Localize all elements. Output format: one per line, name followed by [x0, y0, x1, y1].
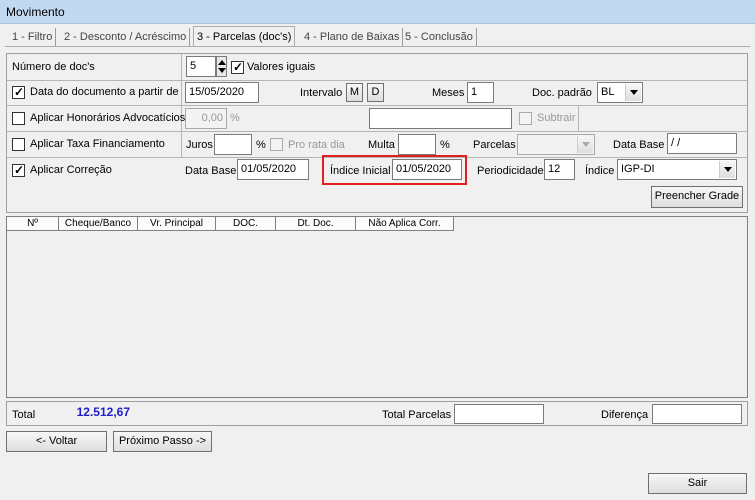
num-docs-label: Número de doc's: [12, 61, 95, 73]
data-base-taxa-label: Data Base: [613, 139, 665, 151]
indice-select[interactable]: IGP-DI: [617, 159, 737, 180]
num-docs-spinner[interactable]: [216, 56, 227, 77]
diferenca-label: Diferença: [601, 409, 649, 421]
taxa-financiamento-checkbox[interactable]: [12, 138, 25, 151]
total-parcelas-input[interactable]: [454, 404, 544, 424]
window-title: Movimento: [6, 5, 65, 19]
subtrair-label: Subtrair: [537, 112, 576, 124]
taxa-financiamento-label: Aplicar Taxa Financiamento: [30, 138, 165, 150]
juros-label: Juros: [186, 139, 213, 151]
total-value: 12.512,67: [76, 405, 130, 419]
meses-label: Meses: [432, 87, 465, 99]
diferenca-input[interactable]: [652, 404, 742, 424]
title-bar: Movimento: [0, 0, 755, 24]
valores-iguais-checkbox[interactable]: [231, 60, 244, 74]
intervalo-label: Intervalo: [300, 87, 343, 99]
dropdown-arrow-icon[interactable]: [625, 84, 641, 101]
grid-header-nao-aplica-corr[interactable]: Não Aplica Corr.: [356, 217, 454, 231]
grid-header-dt-doc[interactable]: Dt. Doc.: [276, 217, 356, 231]
multa-percent-label: %: [440, 139, 450, 151]
juros-percent-label: %: [256, 139, 266, 151]
meses-input[interactable]: 1: [467, 82, 494, 103]
preencher-grade-button[interactable]: Preencher Grade: [651, 186, 743, 208]
indice-inicial-label: Índice Inicial: [330, 165, 391, 177]
intervalo-dia-button[interactable]: D: [367, 83, 384, 102]
subtrair-checkbox[interactable]: [519, 112, 532, 125]
dropdown-arrow-icon[interactable]: [719, 161, 735, 178]
dropdown-arrow-icon[interactable]: [577, 136, 593, 153]
tab-divider: [5, 46, 750, 47]
tab-desconto-acrescimo[interactable]: 2 - Desconto / Acréscimo: [61, 28, 191, 46]
doc-padrao-label: Doc. padrão: [532, 87, 592, 99]
data-base-correcao-label: Data Base: [185, 165, 237, 177]
honorarios-description-input[interactable]: [369, 108, 512, 129]
honorarios-label: Aplicar Honorários Advocatícios: [30, 112, 186, 124]
row-divider: [7, 80, 747, 81]
row-divider: [7, 131, 747, 132]
doc-padrao-select[interactable]: BL: [597, 82, 643, 103]
proximo-passo-button[interactable]: Próximo Passo ->: [113, 431, 212, 452]
data-base-correcao-input[interactable]: 01/05/2020: [237, 159, 309, 180]
honorarios-checkbox[interactable]: [12, 112, 25, 125]
column-divider: [181, 54, 182, 157]
tab-plano-de-baixas[interactable]: 4 - Plano de Baixas: [301, 28, 404, 46]
data-doc-label: Data do documento a partir de: [30, 86, 179, 98]
grid-header-numero[interactable]: Nº: [7, 217, 59, 231]
doc-padrao-value: BL: [601, 86, 615, 98]
tab-filtro[interactable]: 1 - Filtro: [9, 28, 57, 46]
data-doc-checkbox[interactable]: [12, 85, 25, 99]
indice-inicial-input[interactable]: 01/05/2020: [392, 159, 462, 180]
tab-parcelas[interactable]: 3 - Parcelas (doc's): [193, 26, 296, 47]
periodicidade-input[interactable]: 12: [544, 159, 575, 180]
intervalo-mes-button[interactable]: M: [346, 83, 363, 102]
parcelas-grid[interactable]: Nº Cheque/Banco Vr. Principal DOC. Dt. D…: [6, 216, 748, 398]
multa-label: Multa: [368, 139, 395, 151]
voltar-button[interactable]: <- Voltar: [6, 431, 107, 452]
grid-header-cheque-banco[interactable]: Cheque/Banco: [59, 217, 138, 231]
parcelas-label: Parcelas: [473, 139, 516, 151]
indice-value: IGP-DI: [621, 163, 655, 175]
data-base-taxa-input[interactable]: / /: [667, 133, 737, 154]
num-docs-input[interactable]: 5: [186, 56, 216, 77]
tab-conclusao[interactable]: 5 - Conclusão: [402, 28, 477, 46]
grid-header-vr-principal[interactable]: Vr. Principal: [138, 217, 216, 231]
data-doc-input[interactable]: 15/05/2020: [185, 82, 259, 103]
column-divider: [578, 106, 579, 131]
row-divider: [7, 105, 747, 106]
correcao-label: Aplicar Correção: [30, 164, 112, 176]
grid-header-doc[interactable]: DOC.: [216, 217, 276, 231]
periodicidade-label: Periodicidade: [477, 165, 544, 177]
spin-down-icon[interactable]: [218, 68, 226, 73]
indice-label: Índice: [585, 165, 615, 177]
pro-rata-label: Pro rata dia: [288, 139, 345, 151]
valores-iguais-label: Valores iguais: [247, 61, 316, 73]
honorarios-input[interactable]: 0,00: [185, 108, 227, 129]
honorarios-percent-label: %: [230, 112, 240, 124]
total-label: Total: [12, 409, 36, 421]
spin-up-icon[interactable]: [218, 60, 226, 65]
parameters-panel: [6, 53, 748, 213]
multa-input[interactable]: [398, 134, 436, 155]
parcelas-select[interactable]: [517, 134, 595, 155]
pro-rata-checkbox[interactable]: [270, 138, 283, 151]
correcao-checkbox[interactable]: [12, 163, 25, 177]
juros-input[interactable]: [214, 134, 252, 155]
total-parcelas-label: Total Parcelas: [382, 409, 452, 421]
sair-button[interactable]: Sair: [648, 473, 747, 494]
